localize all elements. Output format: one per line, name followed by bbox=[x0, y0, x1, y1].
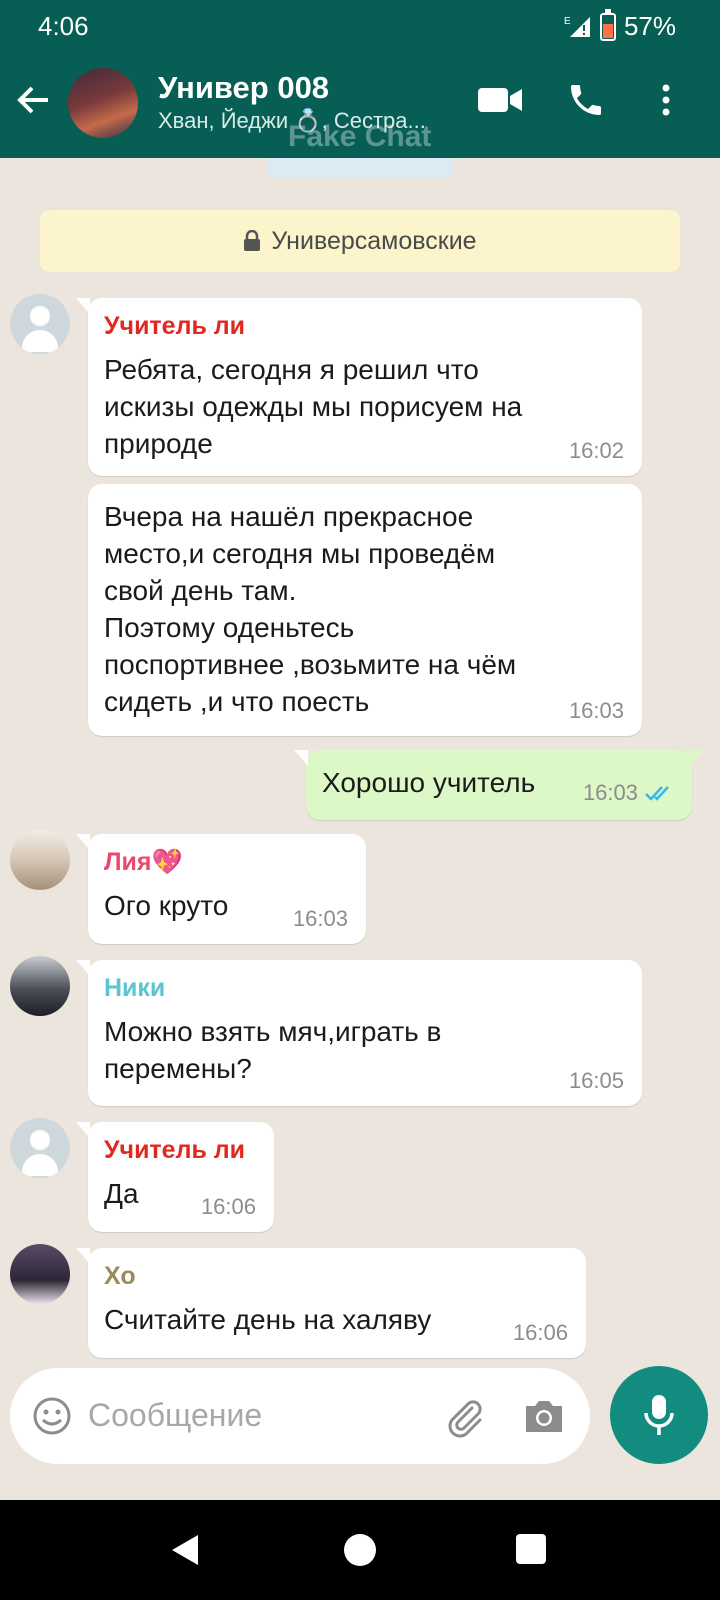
message-composer[interactable]: Сообщение bbox=[10, 1368, 590, 1464]
battery-icon bbox=[599, 8, 616, 41]
message-bubble[interactable]: Лия💖 Ого круто 16:03 bbox=[76, 834, 366, 944]
message-time: 16:03 bbox=[568, 698, 624, 723]
message-bubble[interactable]: Учитель ли Ребята, сегодня я решил что и… bbox=[76, 298, 642, 476]
sender-avatar[interactable] bbox=[10, 830, 70, 890]
network-type: E bbox=[564, 16, 571, 27]
message-input[interactable]: Сообщение bbox=[88, 1397, 262, 1434]
notice-text: Универсамовские bbox=[271, 226, 477, 255]
message-text: Считайте день на халяву bbox=[104, 1304, 432, 1335]
chat-header: Универ 008 Хван, Йеджи 💍, Сестра... Fake… bbox=[0, 56, 720, 158]
message-time: 16:06 bbox=[200, 1194, 256, 1219]
attach-icon[interactable] bbox=[442, 1394, 486, 1443]
camera-icon[interactable] bbox=[522, 1394, 566, 1443]
chat-title[interactable]: Универ 008 bbox=[158, 70, 329, 106]
message-time: 16:05 bbox=[568, 1068, 624, 1093]
message-time: 16:02 bbox=[568, 438, 624, 463]
sender-avatar[interactable] bbox=[10, 294, 70, 354]
message-time: 16:03 bbox=[292, 906, 348, 931]
message-bubble[interactable]: Ники Можно взять мяч,играть в перемены? … bbox=[76, 960, 642, 1106]
message-text: Вчера на нашёл прекрасное место,и сегодн… bbox=[104, 501, 517, 717]
sender-avatar[interactable] bbox=[10, 1118, 70, 1178]
message-text: Можно взять мяч,играть в перемены? bbox=[104, 1016, 442, 1084]
message-bubble[interactable]: Вчера на нашёл прекрасное место,и сегодн… bbox=[88, 484, 642, 736]
message-bubble[interactable]: Хо Считайте день на халяву 16:06 bbox=[76, 1248, 586, 1358]
emoji-icon[interactable] bbox=[32, 1396, 72, 1441]
message-time: 16:06 bbox=[512, 1320, 568, 1345]
read-receipt-icon bbox=[645, 786, 669, 801]
nav-home-icon[interactable] bbox=[344, 1534, 376, 1566]
back-arrow-icon[interactable] bbox=[14, 80, 54, 120]
sender-avatar[interactable] bbox=[10, 1244, 70, 1304]
watermark: Fake Chat bbox=[288, 120, 432, 153]
nav-recents-icon[interactable] bbox=[516, 1534, 546, 1564]
outgoing-message-bubble[interactable]: Хорошо учитель 16:03 bbox=[294, 750, 704, 820]
system-nav-bar bbox=[0, 1500, 720, 1600]
nav-back-icon[interactable] bbox=[170, 1533, 200, 1572]
video-call-icon[interactable] bbox=[476, 80, 524, 125]
more-options-icon[interactable] bbox=[658, 80, 674, 125]
voice-message-button[interactable] bbox=[610, 1366, 708, 1464]
date-pill bbox=[267, 158, 453, 178]
chat-area[interactable]: Универсамовские Учитель ли Ребята, сегод… bbox=[0, 158, 720, 1500]
lock-icon bbox=[244, 230, 261, 251]
message-time: 16:03 bbox=[582, 780, 638, 805]
status-time: 4:06 bbox=[38, 11, 89, 41]
sender-name: Учитель ли bbox=[104, 312, 246, 340]
sender-avatar[interactable] bbox=[10, 956, 70, 1016]
phone-call-icon[interactable] bbox=[566, 80, 606, 125]
status-right: E 57% bbox=[564, 8, 676, 42]
app-header: 4:06 E 57% Универ 008 Хван, Йеджи 💍, Сес… bbox=[0, 0, 720, 158]
battery-level bbox=[602, 23, 613, 38]
sender-name: Ники bbox=[104, 974, 166, 1002]
message-bubble[interactable]: Учитель ли Да 16:06 bbox=[76, 1122, 274, 1232]
sender-name: Хо bbox=[104, 1262, 136, 1290]
group-avatar[interactable] bbox=[68, 68, 138, 138]
battery-percent: 57% bbox=[623, 11, 676, 41]
signal-icon: E bbox=[564, 15, 592, 39]
message-text: Ребята, сегодня я решил что искизы одежд… bbox=[104, 354, 523, 459]
microphone-icon bbox=[644, 1395, 674, 1435]
encryption-notice[interactable]: Универсамовские bbox=[40, 210, 680, 272]
sender-name: Учитель ли bbox=[104, 1136, 246, 1164]
status-bar: 4:06 E 57% bbox=[0, 0, 720, 54]
sender-name: Лия💖 bbox=[104, 848, 183, 876]
